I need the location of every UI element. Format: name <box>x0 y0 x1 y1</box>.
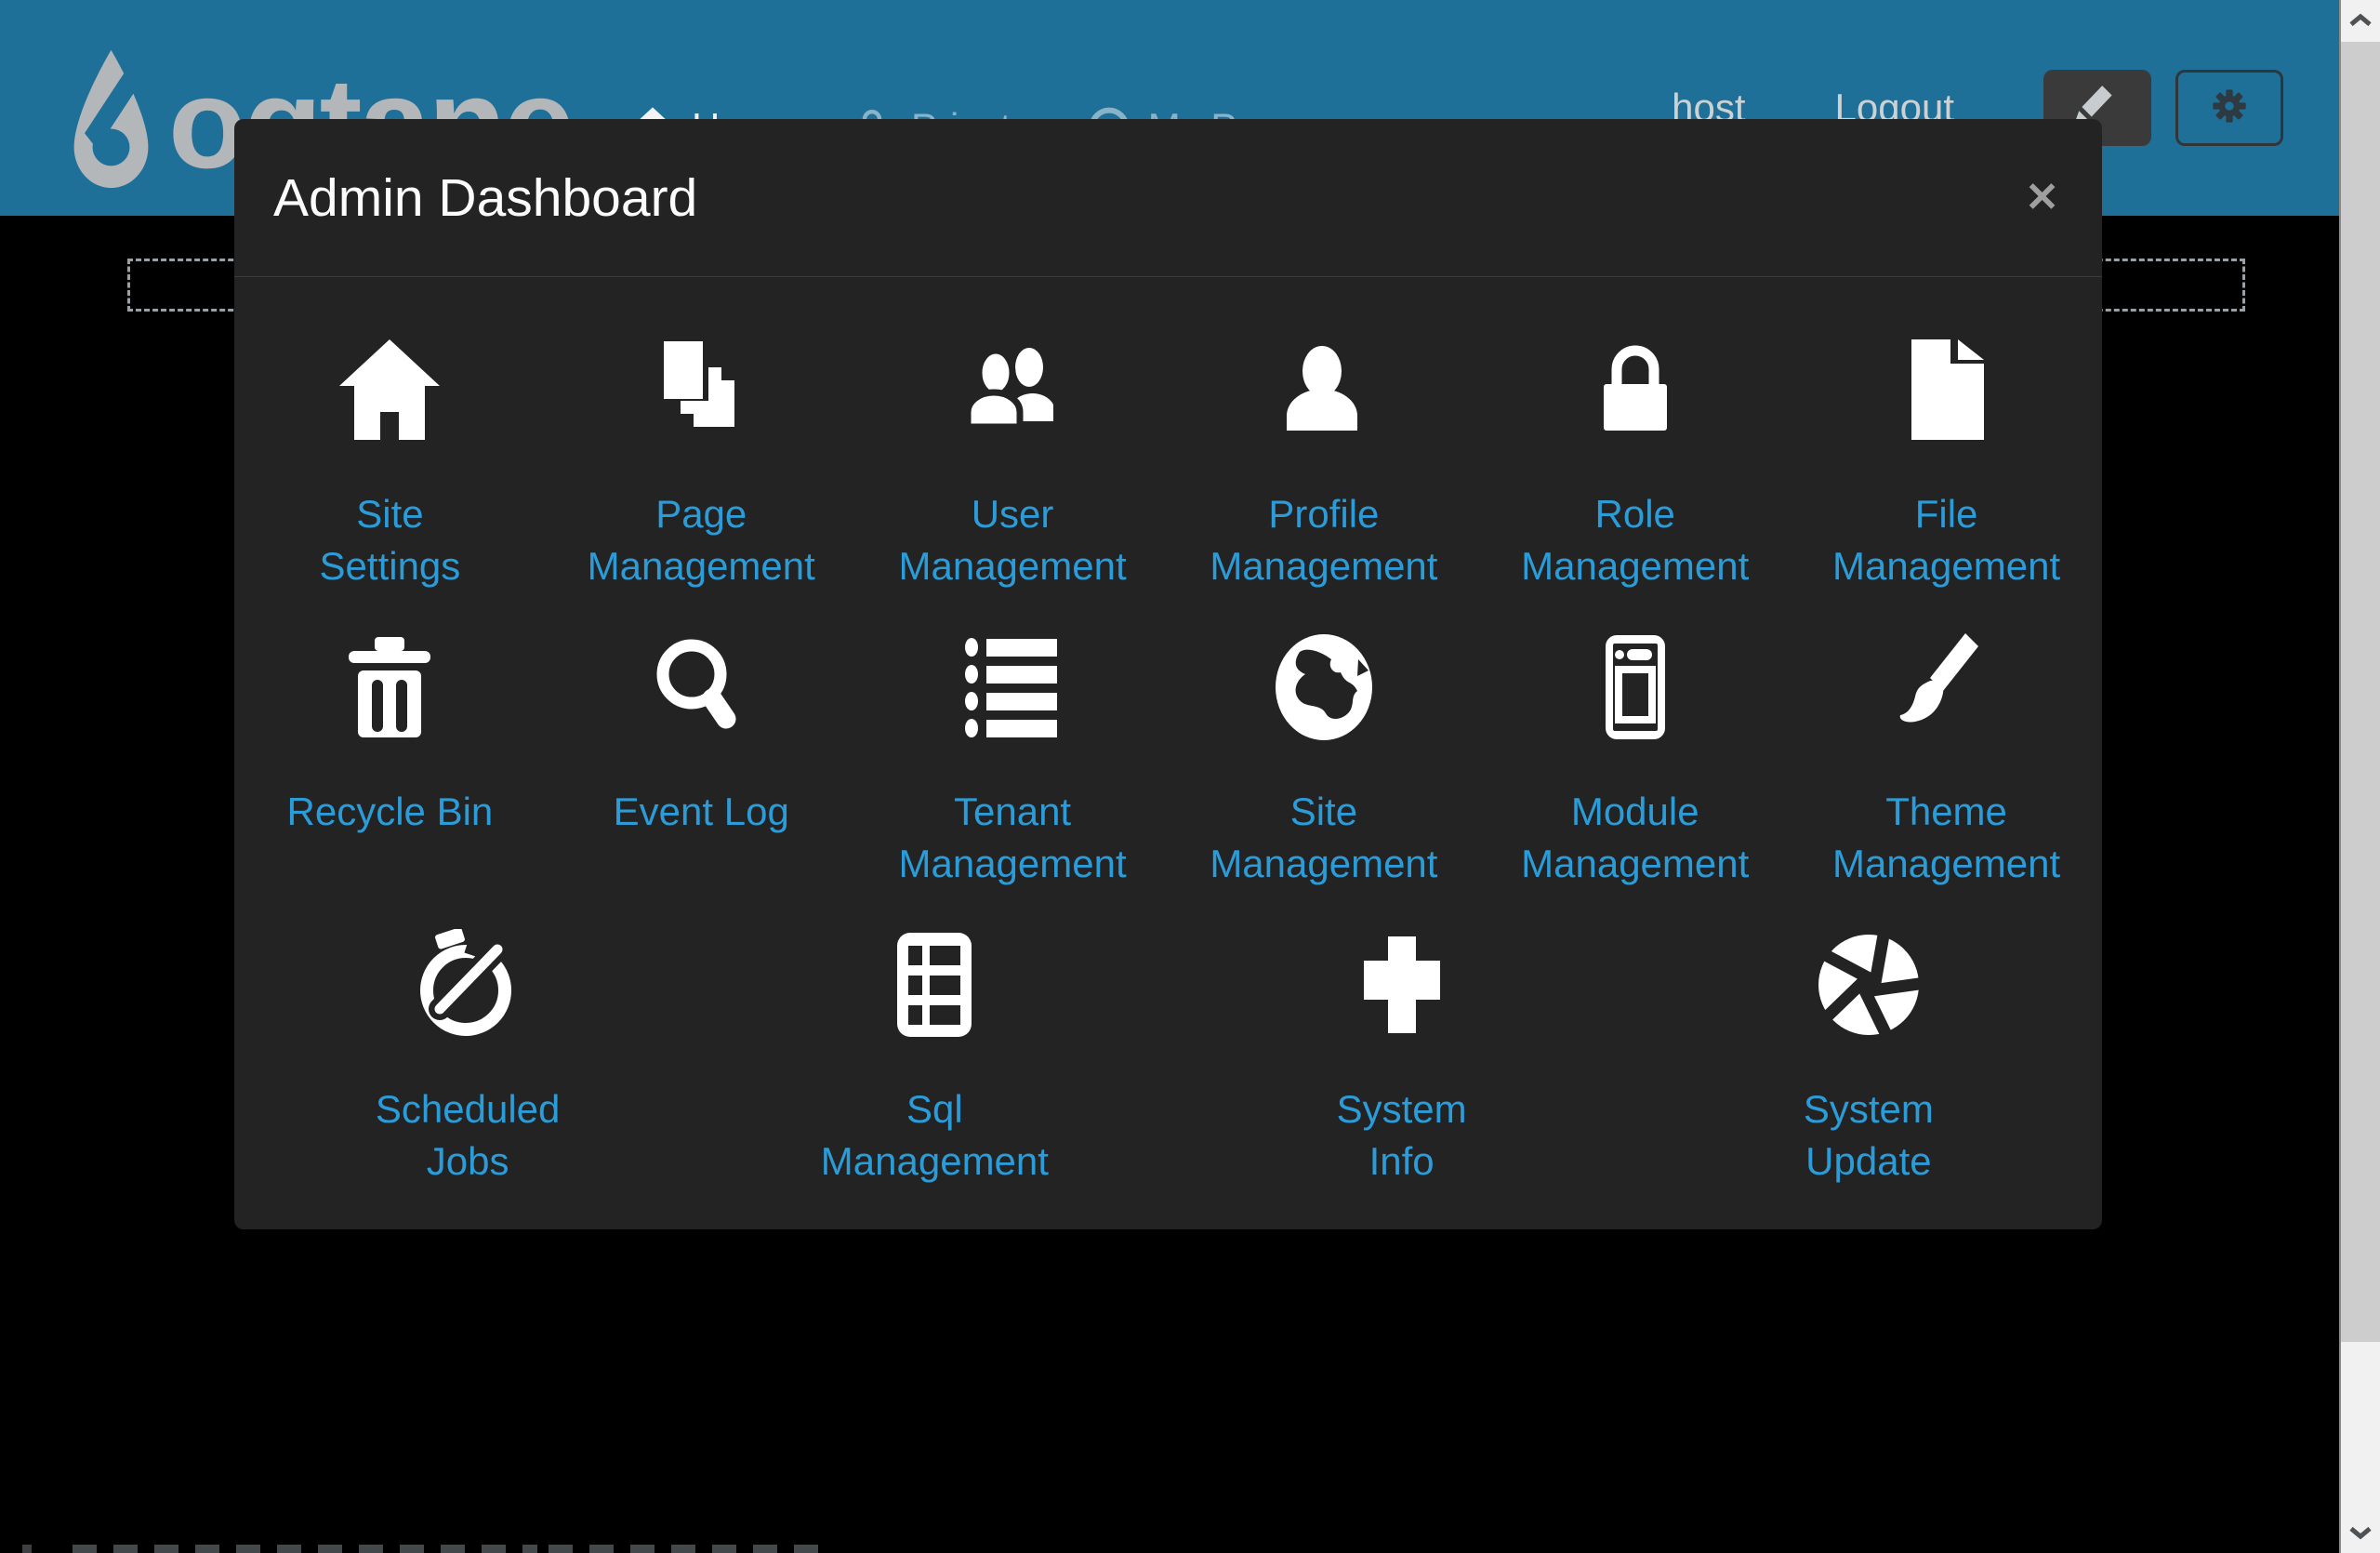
tile-label: ProfileManagement <box>1210 488 1437 592</box>
modal-title: Admin Dashboard <box>273 167 697 229</box>
timer-icon <box>412 929 523 1041</box>
tile-recycle-bin[interactable]: Recycle Bin <box>234 604 546 902</box>
tile-label-line: File <box>1832 488 2060 540</box>
tile-label-line: System <box>1337 1083 1467 1135</box>
tile-label-line: Role <box>1521 488 1749 540</box>
tile-row: Recycle BinEvent LogTenantManagementSite… <box>234 604 2102 902</box>
tile-label-line: Page <box>588 488 815 540</box>
brush-icon <box>1891 631 2003 743</box>
tile-role-management[interactable]: RoleManagement <box>1479 307 1791 604</box>
tile-label: PageManagement <box>588 488 815 592</box>
plus-icon <box>1346 929 1458 1041</box>
lock-icon <box>1580 334 1691 445</box>
file-icon <box>1891 334 2003 445</box>
tile-label: UserManagement <box>898 488 1126 592</box>
admin-dashboard-modal: Admin Dashboard ✕ SiteSettingsPageManage… <box>234 119 2102 1229</box>
tile-label: SiteSettings <box>320 488 461 592</box>
tile-label-line: Management <box>1832 540 2060 592</box>
tile-label-line: Management <box>898 540 1126 592</box>
tile-label-line: Settings <box>320 540 461 592</box>
tile-scheduled-jobs[interactable]: ScheduledJobs <box>234 902 701 1200</box>
tile-label-line: Profile <box>1210 488 1437 540</box>
tile-label: SiteManagement <box>1210 786 1437 890</box>
close-icon[interactable]: ✕ <box>2025 178 2059 219</box>
tile-label-line: System <box>1804 1083 1934 1135</box>
list-icon <box>957 631 1068 743</box>
tile-label: Recycle Bin <box>287 786 494 838</box>
tile-user-management[interactable]: UserManagement <box>857 307 1169 604</box>
tile-label-line: Management <box>1210 540 1437 592</box>
admin-tile-grid: SiteSettingsPageManagementUserManagement… <box>234 277 2102 1200</box>
tile-site-management[interactable]: SiteManagement <box>1168 604 1479 902</box>
tile-label-line: Management <box>1210 838 1437 890</box>
tile-label-line: User <box>898 488 1126 540</box>
tile-label-line: Info <box>1337 1135 1467 1188</box>
control-panel-button[interactable] <box>2175 70 2283 146</box>
tile-label: ThemeManagement <box>1832 786 2060 890</box>
tile-label-line: Site <box>320 488 461 540</box>
gear-icon <box>2205 82 2254 135</box>
vertical-scrollbar <box>2339 0 2380 1553</box>
tile-label-line: Sql <box>821 1083 1049 1135</box>
scroll-down-button[interactable] <box>2341 1512 2380 1553</box>
tile-label: RoleManagement <box>1521 488 1749 592</box>
tile-label-line: Management <box>1832 838 2060 890</box>
modal-header: Admin Dashboard ✕ <box>234 119 2102 277</box>
tile-label-line: Jobs <box>376 1135 561 1188</box>
spreadsheet-icon <box>879 929 990 1041</box>
tile-tenant-management[interactable]: TenantManagement <box>857 604 1169 902</box>
tile-label: TenantManagement <box>898 786 1126 890</box>
tile-label-line: Module <box>1521 786 1749 838</box>
chevron-up-icon <box>2347 12 2374 29</box>
tile-label-line: Tenant <box>898 786 1126 838</box>
tile-label: FileManagement <box>1832 488 2060 592</box>
magnifier-icon <box>645 631 757 743</box>
aperture-icon <box>1813 929 1924 1041</box>
tile-module-management[interactable]: ModuleManagement <box>1479 604 1791 902</box>
tile-label-line: Management <box>898 838 1126 890</box>
tile-label: ScheduledJobs <box>376 1083 561 1188</box>
tile-page-management[interactable]: PageManagement <box>546 307 857 604</box>
tile-label-line: Management <box>821 1135 1049 1188</box>
page: oqtane HomePrivateMy Page host Logout <box>0 0 2380 1553</box>
pages-icon <box>645 334 757 445</box>
tile-label: SystemInfo <box>1337 1083 1467 1188</box>
tile-label-line: Event Log <box>614 786 789 838</box>
tile-label-line: Recycle Bin <box>287 786 494 838</box>
tile-label: SqlManagement <box>821 1083 1049 1188</box>
chevron-down-icon <box>2347 1524 2374 1541</box>
people-icon <box>957 334 1068 445</box>
tile-label-line: Management <box>588 540 815 592</box>
tile-label-line: Site <box>1210 786 1437 838</box>
tile-system-info[interactable]: SystemInfo <box>1169 902 1635 1200</box>
tile-event-log[interactable]: Event Log <box>546 604 857 902</box>
tile-site-settings[interactable]: SiteSettings <box>234 307 546 604</box>
tile-row: SiteSettingsPageManagementUserManagement… <box>234 307 2102 604</box>
tile-label-line: Update <box>1804 1135 1934 1188</box>
clipped-bottom-row <box>73 1545 537 1553</box>
home-icon <box>334 334 445 445</box>
clipped-bottom-row <box>22 1545 32 1553</box>
tile-label-line: Management <box>1521 540 1749 592</box>
browser-icon <box>1580 631 1691 743</box>
tile-label: ModuleManagement <box>1521 786 1749 890</box>
person-icon <box>1268 334 1380 445</box>
scrollbar-thumb[interactable] <box>2341 42 2380 1342</box>
tile-label-line: Scheduled <box>376 1083 561 1135</box>
tile-file-management[interactable]: FileManagement <box>1791 307 2102 604</box>
tile-profile-management[interactable]: ProfileManagement <box>1168 307 1479 604</box>
tile-label: SystemUpdate <box>1804 1083 1934 1188</box>
clipped-bottom-row <box>549 1545 827 1553</box>
trash-icon <box>334 631 445 743</box>
tile-label: Event Log <box>614 786 789 838</box>
droplet-logo-icon <box>67 48 155 190</box>
tile-sql-management[interactable]: SqlManagement <box>701 902 1168 1200</box>
globe-icon <box>1268 631 1380 743</box>
tile-label-line: Theme <box>1832 786 2060 838</box>
tile-row: ScheduledJobsSqlManagementSystemInfoSyst… <box>234 902 2102 1200</box>
scroll-up-button[interactable] <box>2341 0 2380 41</box>
tile-theme-management[interactable]: ThemeManagement <box>1791 604 2102 902</box>
tile-system-update[interactable]: SystemUpdate <box>1635 902 2102 1200</box>
tile-label-line: Management <box>1521 838 1749 890</box>
